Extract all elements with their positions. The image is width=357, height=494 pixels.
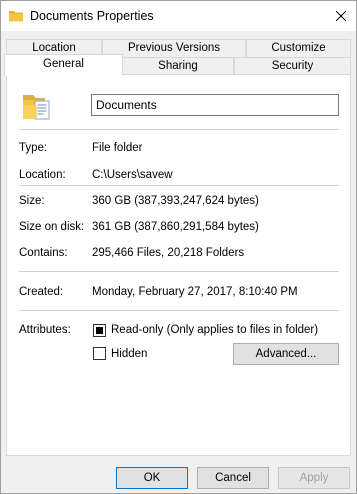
hidden-label[interactable]: Hidden <box>111 347 147 361</box>
contains-value: 295,466 Files, 20,218 Folders <box>92 247 245 259</box>
created-value: Monday, February 27, 2017, 8:10:40 PM <box>92 286 298 298</box>
readonly-label[interactable]: Read-only (Only applies to files in fold… <box>111 323 318 337</box>
close-button[interactable] <box>326 1 356 31</box>
separator <box>19 129 339 130</box>
readonly-checkbox[interactable] <box>93 324 106 337</box>
tab-label: General <box>43 58 84 70</box>
contains-label: Contains: <box>19 247 68 259</box>
attributes-label: Attributes: <box>19 324 71 336</box>
tab-label: Previous Versions <box>127 42 221 54</box>
apply-button[interactable]: Apply <box>278 467 350 489</box>
tab-security[interactable]: Security <box>234 57 351 75</box>
general-panel: Type: File folder Location: C:\Users\sav… <box>6 74 351 456</box>
tab-label: Location <box>32 42 76 54</box>
tab-label: Sharing <box>158 60 198 72</box>
separator <box>19 271 339 272</box>
advanced-button[interactable]: Advanced... <box>233 343 339 365</box>
folder-documents-icon <box>21 89 55 123</box>
location-value: C:\Users\savew <box>92 169 173 181</box>
cancel-button[interactable]: Cancel <box>197 467 269 489</box>
close-icon <box>336 11 346 21</box>
folder-icon <box>8 8 24 24</box>
tab-sharing[interactable]: Sharing <box>122 57 234 75</box>
location-label: Location: <box>19 169 66 181</box>
tab-general[interactable]: General <box>4 54 123 76</box>
separator <box>19 310 339 311</box>
size-on-disk-value: 361 GB (387,860,291,584 bytes) <box>92 221 259 233</box>
tab-previous-versions[interactable]: Previous Versions <box>102 39 246 57</box>
size-label: Size: <box>19 195 45 207</box>
created-label: Created: <box>19 286 64 298</box>
tab-label: Customize <box>271 42 326 54</box>
title-bar[interactable]: Documents Properties <box>1 1 356 31</box>
tab-label: Security <box>271 60 314 72</box>
folder-name-input[interactable] <box>91 94 339 116</box>
separator <box>19 185 339 186</box>
properties-dialog: Documents Properties Location Previous V… <box>0 0 357 494</box>
tab-customize[interactable]: Customize <box>246 39 351 57</box>
size-on-disk-label: Size on disk: <box>19 221 85 233</box>
hidden-checkbox[interactable] <box>93 347 106 360</box>
type-value: File folder <box>92 142 143 154</box>
window-title: Documents Properties <box>30 9 154 23</box>
size-value: 360 GB (387,393,247,624 bytes) <box>92 195 259 207</box>
ok-button[interactable]: OK <box>116 467 188 489</box>
type-label: Type: <box>19 142 48 154</box>
